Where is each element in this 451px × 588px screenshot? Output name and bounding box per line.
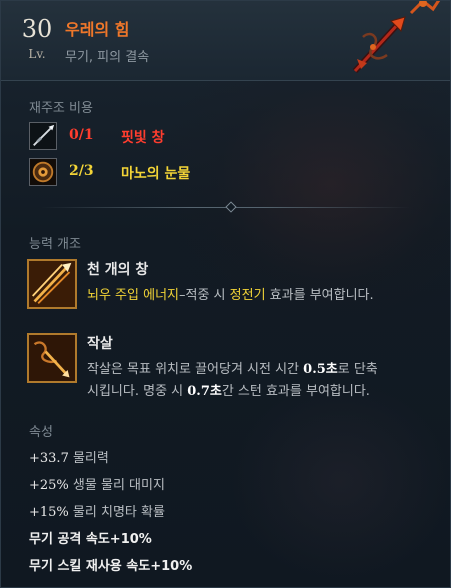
item-subtitle: 무기, 피의 결속 [65,50,150,65]
material-count: 2/3 [69,163,94,179]
item-tooltip: 30 Lv. 우레의 힘 무기, 피의 결속 재주조 비용 0/1 핏빛 창 2… [0,0,451,588]
attribute-text: 물리력 [68,451,109,466]
attribute-line: +33.7 물리력 [29,447,109,466]
desc-text: 시킵니다. 명중 시 [87,384,188,399]
attribute-line: 무기 스킬 재사용 속도+10% [29,555,192,574]
tooltip-header: 30 Lv. 우레의 힘 무기, 피의 결속 [1,1,450,81]
attribute-line: +25% 생물 물리 대미지 [29,474,165,493]
item-title: 우레의 힘 [65,20,130,39]
desc-text: 간 스턴 효과를 부여합니다. [221,384,370,399]
attribute-value: +33.7 [29,451,69,466]
skill-entry: 천 개의 창 뇌우 주입 에너지–적중 시 정전기 효과를 부여합니다. [27,259,437,319]
skill-description-line: 작살은 목표 위치로 끌어당겨 시전 시간 0.5초로 단축 [87,359,378,381]
attribute-text: 물리 치명타 확률 [68,505,165,520]
skill-name: 천 개의 창 [87,262,149,278]
material-name: 마노의 눈물 [121,166,191,182]
attribute-value: +25% [29,478,69,493]
ability-mod-label: 능력 개조 [29,237,81,252]
keyword-static: 정전기 [229,288,266,303]
desc-text: 효과를 부여합니다. [265,288,374,303]
skill-name: 작살 [87,336,113,352]
flame-corner-icon [409,1,441,15]
material-name: 핏빛 창 [121,130,165,146]
harpoon-icon [27,333,77,383]
reforge-cost-label: 재주조 비용 [29,101,93,116]
thousand-spears-icon [27,259,77,309]
skill-description: 뇌우 주입 에너지–적중 시 정전기 효과를 부여합니다. [87,285,374,307]
desc-text: –적중 시 [179,288,230,303]
attribute-line: +15% 물리 치명타 확률 [29,501,165,520]
blood-chain-spear-icon [352,16,406,74]
background-artwork-lower [231,381,450,581]
attribute-line: 무기 공격 속도+10% [29,528,152,547]
agate-tear-icon [29,158,57,186]
material-count: 0/1 [69,127,94,143]
material-row: 2/3 마노의 눈물 [29,158,409,188]
value-stun-time: 0.7초 [187,384,222,399]
attribute-text: 생물 물리 대미지 [68,478,165,493]
desc-text: 작살은 목표 위치로 끌어당겨 시전 시간 [87,362,304,377]
desc-text: 로 단축 [337,362,378,377]
keyword-thunder-energy: 뇌우 주입 에너지 [87,288,179,303]
level-number: 30 [21,15,53,43]
attribute-value: +15% [29,505,69,520]
attribute-text: 무기 공격 속도+10% [29,532,152,547]
bloody-spear-icon [29,122,57,150]
value-cast-time: 0.5초 [303,362,338,377]
skill-entry: 작살 작살은 목표 위치로 끌어당겨 시전 시간 0.5초로 단축 시킵니다. … [27,333,437,403]
level-label: Lv. [28,47,46,61]
divider-diamond-icon [225,201,237,213]
skill-description-line: 시킵니다. 명중 시 0.7초간 스턴 효과를 부여합니다. [87,381,370,403]
material-row: 0/1 핏빛 창 [29,122,409,152]
attribute-text: 무기 스킬 재사용 속도+10% [29,559,193,574]
attributes-label: 속성 [29,425,53,440]
